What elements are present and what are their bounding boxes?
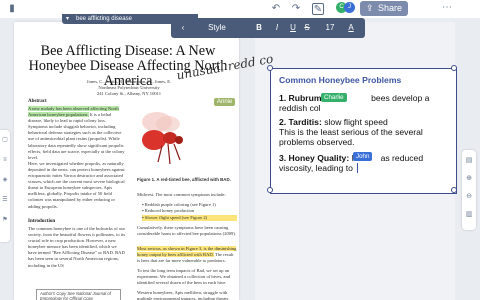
figure-caption: Figure 1. A red-tinted bee, afflicted wi… <box>137 177 231 182</box>
right-tool-rail: ▤ ⊕ ⊖ ▥ <box>462 150 476 230</box>
intro-text: The common honeybee is one of the bulwar… <box>28 226 126 268</box>
intro-heading: Introduction <box>28 219 56 224</box>
outline-icon[interactable]: ≡ <box>1 156 9 164</box>
author-copy-note: Author's Copy See National Journal of En… <box>36 289 121 300</box>
underline-button[interactable]: U <box>287 18 299 38</box>
resize-handle[interactable] <box>451 187 457 193</box>
bookmark-icon[interactable]: ⚑ <box>1 216 9 224</box>
pages-icon[interactable]: ▥ <box>464 210 474 220</box>
abstract-heading: Abstract <box>28 99 47 104</box>
note-title: Common Honeybee Problems <box>279 75 402 85</box>
symptom-list: ▪ Reddish purple coloring (see Figure 1)… <box>142 202 237 222</box>
app-logo-icon[interactable]: ▮ <box>6 3 18 15</box>
charlie-cursor-tag: Charlie <box>321 93 347 102</box>
back-icon[interactable]: ‹ <box>177 18 189 38</box>
zoom-out-icon[interactable]: ⊖ <box>464 192 474 202</box>
chevron-down-icon: ▾ <box>66 16 70 22</box>
bee-leg <box>173 143 181 161</box>
bold-button[interactable]: B <box>253 18 265 38</box>
share-button[interactable]: ⇪ Share <box>360 1 408 16</box>
bee-figure <box>142 112 183 165</box>
zoom-in-icon[interactable]: ⊕ <box>464 174 474 184</box>
page-icon[interactable]: ▢ <box>1 136 9 144</box>
abstract-text: A new malady has been observed affecting… <box>28 106 125 209</box>
note-line-6[interactable]: viscosity, leading to <box>279 163 353 173</box>
bee-abdomen <box>142 130 166 150</box>
resize-handle[interactable] <box>267 65 273 71</box>
strike-button[interactable]: S <box>301 18 313 38</box>
bee-head <box>175 136 183 144</box>
italic-button[interactable]: I <box>271 18 283 38</box>
comment-icon[interactable]: ▤ <box>464 156 474 166</box>
text-caret <box>357 163 358 173</box>
note-line-4[interactable]: problems observed. <box>279 137 354 147</box>
left-tool-rail: ▢ ≡ ◈ ☰ ⚑ <box>0 130 10 242</box>
experiment-text: To test the long term impacts of Bad, we… <box>137 268 231 286</box>
share-icon: ⇪ <box>366 3 374 13</box>
list-item: ▪ Slower flight speed (see Figure 2) <box>142 214 237 222</box>
annotate-icon[interactable]: ✎ <box>312 3 324 15</box>
layers-icon[interactable]: ◈ <box>1 176 9 184</box>
avatar-john[interactable]: J <box>344 2 355 13</box>
paper-authors: Jones, C., Smith, R., Thompson, W., Jone… <box>86 79 172 96</box>
list-icon[interactable]: ☰ <box>1 196 9 204</box>
note-line-2[interactable]: 2. Tarditis: slow flight speed <box>279 117 388 127</box>
style-dropdown[interactable]: Style <box>205 18 229 38</box>
more-menu-icon[interactable]: ⋯ <box>442 2 452 13</box>
yellow-highlight-text: Most serious, as shown in Figure 3, is t… <box>137 246 237 264</box>
bee-wing <box>156 116 180 132</box>
redo-icon[interactable]: ↷ <box>290 3 302 15</box>
font-size-dropdown[interactable]: 17 <box>321 18 339 38</box>
annie-cursor-tag: Annie <box>214 98 236 106</box>
western-text: Western honeybees, Apis mellifera, strug… <box>137 290 229 300</box>
note-line-1[interactable]: 1. Rubrum d bees develop a reddish col <box>279 93 456 113</box>
undo-icon[interactable]: ↶ <box>270 3 282 15</box>
resize-handle[interactable] <box>451 65 457 71</box>
cumulative-text: Cumulatively, these symptoms have been c… <box>137 225 237 237</box>
text-color-button[interactable]: A <box>345 18 357 38</box>
resize-handle[interactable] <box>267 187 273 193</box>
share-label: Share <box>378 3 403 13</box>
format-toolbar: ‹ Style B I U S 17 A <box>171 18 365 38</box>
bee-thorax <box>163 132 177 144</box>
john-cursor-tag: John <box>353 152 373 161</box>
note-card[interactable]: Common Honeybee Problems 1. Rubrum d bees… <box>267 65 457 194</box>
note-line-3[interactable]: This is the least serious of the several <box>279 127 423 137</box>
bee-leg <box>167 143 171 165</box>
note-line-5[interactable]: 3. Honey Quality: Hoas reduced <box>279 153 423 163</box>
